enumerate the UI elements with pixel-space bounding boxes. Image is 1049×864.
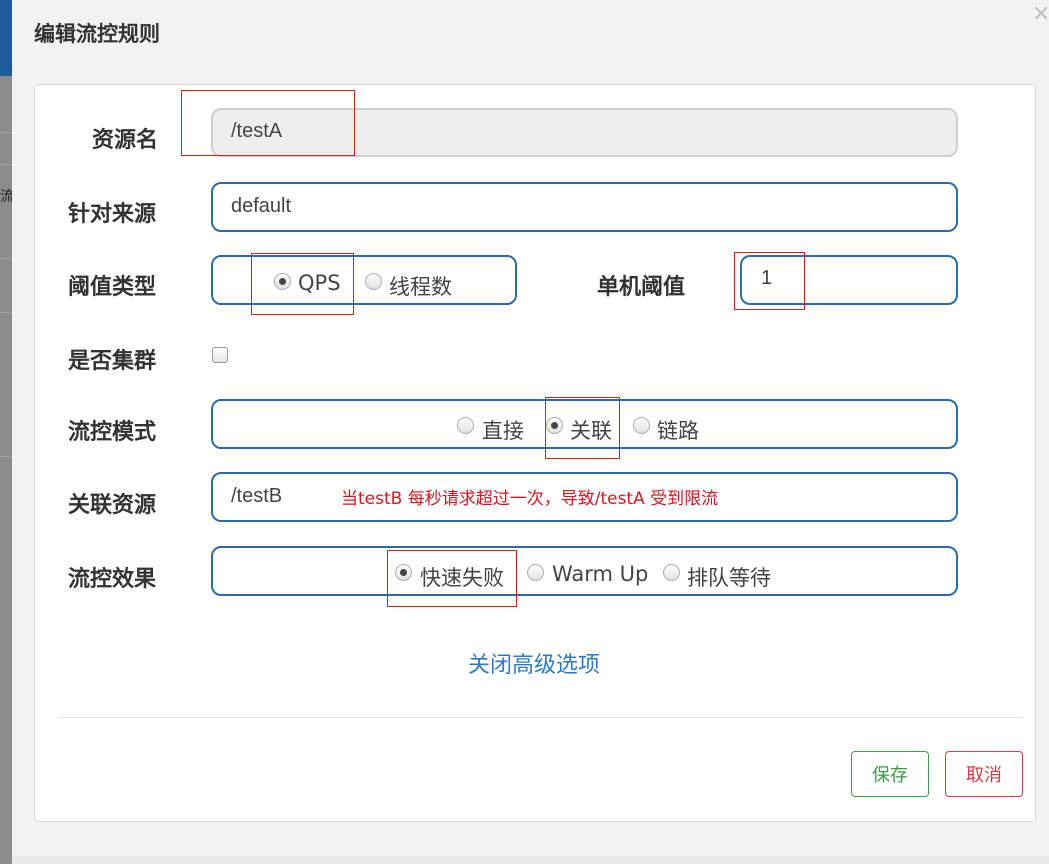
radio-direct-label: 直接 — [482, 419, 524, 443]
radio-direct[interactable] — [457, 417, 474, 434]
limit-app-input[interactable] — [211, 182, 958, 232]
background-header — [0, 0, 12, 76]
dialog-title: 编辑流控规则 — [34, 22, 160, 46]
cancel-button[interactable]: 取消 — [945, 751, 1023, 797]
radio-fast-fail-label: 快速失败 — [420, 566, 504, 590]
radio-fast-fail[interactable] — [395, 564, 412, 581]
resource-name-input — [211, 108, 958, 157]
background-page-strip: 流 — [0, 0, 12, 864]
dialog-bottom-edge — [12, 856, 1049, 864]
single-threshold-input[interactable] — [740, 255, 958, 305]
threshold-type-label: 阈值类型 — [68, 275, 157, 300]
single-threshold-value: 1 — [761, 267, 773, 289]
radio-warm-up[interactable] — [527, 564, 544, 581]
resource-name-label: 资源名 — [92, 128, 159, 153]
ref-resource-label: 关联资源 — [68, 493, 157, 518]
radio-relate-label: 关联 — [570, 419, 612, 443]
close-advanced-options-link[interactable]: 关闭高级选项 — [468, 647, 600, 679]
cluster-mode-label: 是否集群 — [68, 349, 157, 374]
radio-chain-label: 链路 — [657, 419, 699, 443]
background-divider — [0, 312, 12, 313]
background-divider — [0, 132, 12, 133]
footer-divider — [58, 717, 1023, 718]
resource-name-value: /testA — [231, 120, 283, 142]
background-divider — [0, 164, 12, 165]
single-threshold-label: 单机阈值 — [597, 275, 686, 300]
radio-queue[interactable] — [663, 564, 680, 581]
threshold-type-group — [211, 255, 517, 305]
radio-thread-count-label: 线程数 — [389, 275, 452, 299]
radio-chain[interactable] — [633, 417, 650, 434]
control-behavior-label: 流控效果 — [68, 567, 157, 592]
flow-mode-label: 流控模式 — [68, 420, 157, 445]
limit-app-label: 针对来源 — [68, 202, 157, 227]
radio-relate[interactable] — [546, 417, 563, 434]
background-text: 流 — [0, 189, 12, 205]
background-divider — [0, 258, 12, 259]
cluster-mode-checkbox[interactable] — [212, 347, 228, 363]
radio-warm-up-label: Warm Up — [552, 562, 649, 586]
radio-qps-label: QPS — [298, 271, 341, 295]
save-button[interactable]: 保存 — [851, 751, 929, 797]
ref-resource-value: /testB — [231, 485, 283, 507]
limit-app-value: default — [231, 195, 292, 217]
background-divider — [0, 456, 12, 457]
annotation-text: 当testB 每秒请求超过一次，导致/testA 受到限流 — [341, 489, 719, 509]
radio-queue-label: 排队等待 — [687, 566, 771, 590]
radio-thread-count[interactable] — [365, 273, 382, 290]
radio-qps[interactable] — [274, 273, 291, 290]
close-icon[interactable]: × — [1032, 3, 1049, 25]
